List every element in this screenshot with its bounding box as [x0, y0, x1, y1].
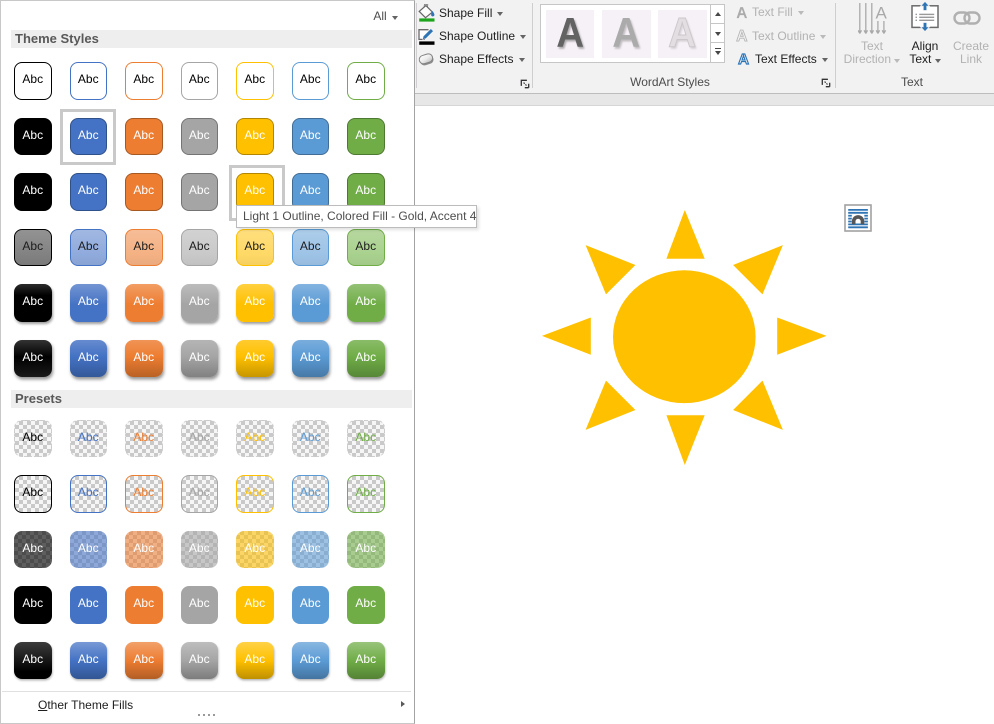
svg-text:A: A: [876, 4, 888, 23]
